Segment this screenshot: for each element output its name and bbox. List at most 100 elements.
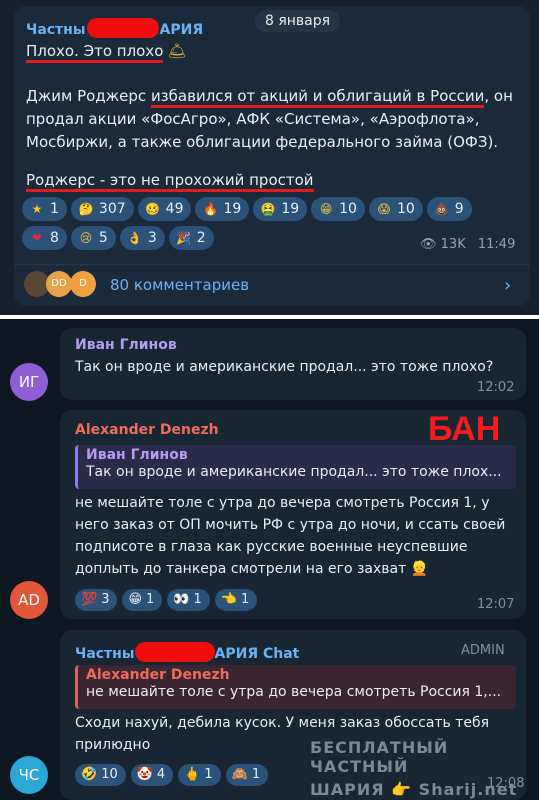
- reaction-button[interactable]: 🙈 1: [225, 763, 269, 786]
- screenshot-separator: [0, 315, 539, 319]
- reaction-button[interactable]: 👀 1: [167, 588, 210, 611]
- quote-author: Alexander Denezh: [86, 667, 230, 683]
- reaction-button[interactable]: 😁 10: [311, 197, 365, 221]
- post-headline: Плохо. Это плохо: [26, 42, 164, 63]
- reaction-count: 1: [204, 767, 213, 782]
- comment-author-prefix: Частны: [75, 646, 135, 662]
- post-body-line: продал акции «ФосАгро», АФК «Система», «…: [26, 110, 480, 128]
- grin-emoji-icon: 😁: [319, 202, 333, 216]
- reaction-button[interactable]: 🤡 4: [130, 763, 174, 786]
- thinking-emoji-icon: 🤔: [78, 202, 94, 216]
- post-body-part: Джим Роджерс: [26, 87, 151, 105]
- redaction-mark: [86, 18, 159, 38]
- reaction-button[interactable]: 🤣 10: [75, 763, 126, 786]
- ok-hand-emoji-icon: 👌: [127, 231, 143, 245]
- reaction-count: 5: [98, 230, 108, 246]
- reaction-count: 1: [146, 592, 155, 607]
- avatar[interactable]: ИГ: [10, 363, 48, 401]
- channel-name-prefix: Частны: [26, 22, 86, 38]
- reaction-button[interactable]: 👈 1: [214, 588, 258, 611]
- post-divider: [14, 264, 530, 265]
- watermark: БЕСПЛАТНЫЙ ЧАСТНЫЙ ШАРИЯ 👉 Sharij.net: [310, 738, 539, 799]
- post-line-1: Плохо. Это плохо 🛎: [26, 40, 186, 63]
- party-emoji-icon: 🎉: [176, 231, 192, 245]
- avatar[interactable]: AD: [10, 581, 48, 619]
- reaction-button[interactable]: ❤ 8: [22, 226, 67, 250]
- bell-icon: 🛎: [167, 42, 187, 60]
- clown-emoji-icon: 🤡: [136, 767, 153, 782]
- comment-text-line: подписоте в глаза как русские военные не…: [75, 539, 468, 555]
- comment-author[interactable]: Иван Глинов: [75, 337, 177, 353]
- watermark-site: Sharij.net: [418, 780, 518, 799]
- avatar[interactable]: ЧС: [10, 756, 48, 794]
- view-count: 13K: [440, 237, 466, 252]
- comment-text: не мешайте толе с утра до вечера смотрет…: [75, 492, 520, 580]
- reply-quote[interactable]: Alexander Denezh не мешайте толе с утра …: [75, 665, 516, 709]
- hundred-emoji-icon: 💯: [81, 592, 98, 607]
- reaction-count: 10: [339, 201, 357, 217]
- eyes-emoji-icon: 👀: [173, 592, 190, 607]
- reaction-button[interactable]: ★ 1: [22, 197, 67, 221]
- post-conclusion: Роджерс - это не прохожий простой: [26, 171, 314, 192]
- channel-name[interactable]: Частны АРИЯ: [26, 18, 203, 38]
- comment-reactions: 💯 3 😁 1 👀 1 👈 1: [75, 588, 262, 611]
- reaction-button[interactable]: 💯 3: [75, 588, 118, 611]
- reaction-count: 49: [165, 201, 184, 217]
- star-icon: ★: [31, 202, 43, 216]
- post-line-4: Роджерс - это не прохожий простой: [26, 169, 314, 192]
- reaction-button[interactable]: 💩 9: [426, 197, 472, 221]
- reaction-count: 2: [196, 230, 206, 246]
- reaction-button[interactable]: 🎉 2: [168, 226, 214, 250]
- date-separator: 8 января: [255, 10, 341, 32]
- poop-emoji-icon: 💩: [434, 202, 450, 216]
- watermark-line: БЕСПЛАТНЫЙ ЧАСТНЫЙ: [310, 738, 449, 776]
- post-body-line: Мосбиржи, а также облигации федерального…: [26, 133, 499, 151]
- comment-text-line: Сходи нахуй, дебила кусок. У меня заказ …: [75, 715, 490, 731]
- reaction-count: 1: [251, 767, 261, 782]
- reaction-button[interactable]: 🤮 19: [253, 197, 308, 221]
- reaction-count: 1: [50, 201, 59, 217]
- reaction-count: 10: [396, 201, 415, 217]
- reaction-count: 9: [454, 201, 464, 217]
- crying-emoji-icon: 😢: [79, 231, 93, 245]
- reaction-button[interactable]: 🥴 49: [137, 197, 192, 221]
- comment-time: 12:02: [477, 380, 515, 395]
- reaction-count: 8: [50, 230, 59, 246]
- reaction-count: 19: [281, 201, 300, 217]
- ban-stamp: БАН: [428, 410, 501, 448]
- reaction-count: 19: [223, 201, 242, 217]
- reaction-count: 3: [101, 592, 110, 607]
- post-time: 11:49: [477, 237, 516, 252]
- reaction-button[interactable]: 🤔 307: [70, 197, 134, 221]
- comment-author[interactable]: Alexander Denezh: [75, 422, 219, 438]
- reaction-button[interactable]: 👌 3: [119, 226, 165, 250]
- reaction-button[interactable]: 🖕 1: [178, 763, 221, 786]
- comment-author[interactable]: Частны АРИЯ Chat: [75, 642, 299, 662]
- post-body: Джим Роджерс избавился от акций и облига…: [26, 85, 516, 154]
- post-body-part: , он: [484, 87, 513, 105]
- reaction-button[interactable]: 😁 1: [122, 588, 163, 611]
- reaction-button[interactable]: 😱 10: [368, 197, 423, 221]
- reply-quote[interactable]: Иван Глинов Так он вроде и американские …: [75, 445, 516, 489]
- comment-time: 12:07: [477, 597, 515, 612]
- chevron-right-icon[interactable]: ›: [504, 275, 511, 296]
- reaction-button[interactable]: 😢 5: [70, 226, 116, 250]
- monkey-emoji-icon: 🙈: [231, 767, 248, 782]
- comment-reactions: 🤣 10 🤡 4 🖕 1 🙈 1: [75, 763, 273, 786]
- grin-emoji-icon: 😁: [128, 592, 143, 607]
- comment-author-suffix: АРИЯ Chat: [214, 646, 300, 662]
- rofl-emoji-icon: 🤣: [81, 767, 98, 782]
- post-body-highlight: избавился от акций и облигаций в России: [150, 87, 485, 108]
- man-emoji-icon: 👱: [410, 561, 429, 577]
- reaction-count: 4: [156, 767, 166, 782]
- channel-name-suffix: АРИЯ: [159, 22, 204, 38]
- post-meta: 👁 13K 11:49: [420, 237, 515, 252]
- eye-icon: 👁: [420, 237, 437, 252]
- reaction-count: 307: [98, 201, 126, 217]
- quote-text: не мешайте толе с утра до вечера смотрет…: [86, 684, 502, 700]
- quote-author: Иван Глинов: [86, 447, 188, 463]
- quote-text: Так он вроде и американские продал... эт…: [86, 464, 502, 480]
- reaction-button[interactable]: 🔥 19: [195, 197, 250, 221]
- comments-link[interactable]: 80 комментариев: [110, 276, 249, 294]
- scream-emoji-icon: 😱: [377, 202, 391, 216]
